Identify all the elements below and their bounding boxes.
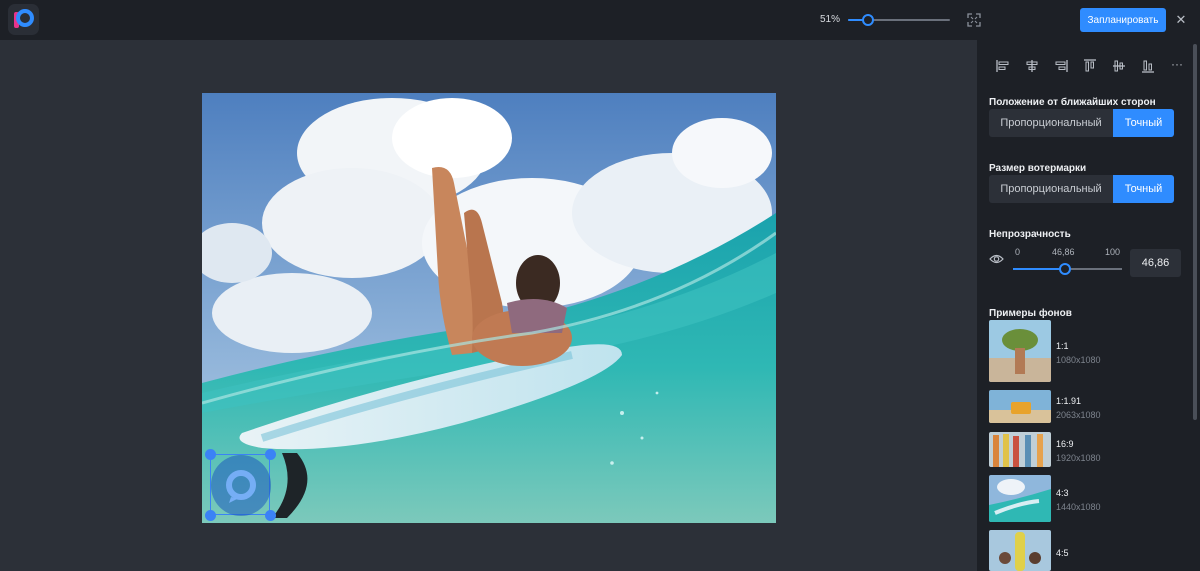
align-center-horizontal-icon[interactable] [1024, 58, 1040, 74]
backgrounds-section-title: Примеры фонов [989, 308, 1072, 319]
editor-canvas [0, 40, 977, 571]
background-ratio: 16:9 [1056, 439, 1074, 449]
background-size: 1080x1080 [1056, 355, 1101, 365]
align-bottom-icon[interactable] [1140, 58, 1156, 74]
background-thumbnail [989, 530, 1051, 571]
resize-handle-top-left[interactable] [205, 449, 216, 460]
watermark-logo[interactable] [211, 455, 271, 516]
size-section-title: Размер вотермарки [989, 163, 1087, 174]
schedule-button[interactable]: Запланировать [1080, 8, 1166, 32]
background-ratio: 1:1 [1056, 341, 1069, 351]
align-left-icon[interactable] [995, 58, 1011, 74]
background-size: 1920x1080 [1056, 453, 1101, 463]
opacity-section-title: Непрозрачность [989, 229, 1071, 240]
position-exact-option[interactable]: Точный [1113, 109, 1174, 137]
align-right-icon[interactable] [1053, 58, 1069, 74]
list-item[interactable]: 4:3 1440x1080 [989, 475, 1179, 522]
background-thumbnail [989, 432, 1051, 467]
background-ratio: 1:1.91 [1056, 396, 1082, 406]
fullscreen-icon[interactable] [966, 12, 982, 28]
list-item[interactable]: 4:5 [989, 530, 1179, 571]
app-logo-icon [14, 9, 34, 28]
size-mode-toggle: Пропорциональный Точный [989, 175, 1174, 203]
size-proportional-option[interactable]: Пропорциональный [989, 175, 1113, 203]
align-center-vertical-icon[interactable] [1111, 58, 1127, 74]
top-bar: 51% Запланировать ✕ [0, 0, 1200, 40]
zoom-level-label: 51% [820, 14, 841, 25]
position-proportional-option[interactable]: Пропорциональный [989, 109, 1113, 137]
background-thumbnail [989, 475, 1051, 522]
app-logo [8, 4, 39, 35]
resize-handle-bottom-left[interactable] [205, 510, 216, 521]
alignment-toolbar: ··· [995, 58, 1185, 74]
more-icon[interactable]: ··· [1169, 58, 1185, 74]
background-size: 1440x1080 [1056, 502, 1101, 512]
opacity-max-label: 100 [1105, 247, 1121, 257]
background-thumbnail [989, 320, 1051, 382]
resize-handle-bottom-right[interactable] [265, 510, 276, 521]
list-item[interactable]: 1:1.91 2063x1080 [989, 390, 1179, 424]
close-icon[interactable]: ✕ [1174, 12, 1188, 28]
opacity-slider-thumb[interactable] [1059, 263, 1071, 275]
preview-image [202, 93, 776, 523]
opacity-value-input[interactable]: 46,86 [1130, 249, 1181, 277]
list-item[interactable]: 16:9 1920x1080 [989, 432, 1179, 467]
background-thumbnail [989, 390, 1051, 423]
position-mode-toggle: Пропорциональный Точный [989, 109, 1174, 137]
align-top-icon[interactable] [1082, 58, 1098, 74]
background-size: 2063x1080 [1056, 410, 1101, 420]
opacity-min-label: 0 [1015, 247, 1021, 257]
opacity-current-label: 46,86 [1052, 247, 1075, 257]
panel-scrollbar[interactable] [1193, 44, 1197, 420]
background-ratio: 4:5 [1056, 548, 1069, 558]
list-item[interactable]: 1:1 1080x1080 [989, 320, 1179, 384]
position-section-title: Положение от ближайших сторон [989, 97, 1156, 108]
watermark-selection[interactable] [210, 454, 271, 516]
zoom-slider-thumb[interactable] [862, 14, 874, 26]
eye-icon[interactable] [989, 253, 1004, 265]
resize-handle-top-right[interactable] [265, 449, 276, 460]
settings-panel: ··· Положение от ближайших сторон Пропор… [977, 40, 1200, 571]
background-ratio: 4:3 [1056, 488, 1069, 498]
size-exact-option[interactable]: Точный [1113, 175, 1174, 203]
